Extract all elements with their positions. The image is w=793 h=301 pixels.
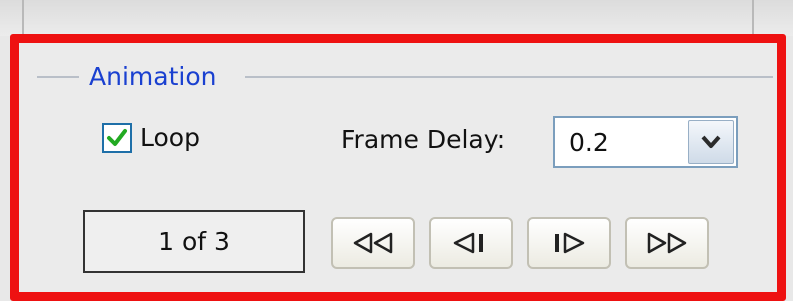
group-border-left bbox=[37, 76, 79, 78]
previous-frame-button[interactable] bbox=[429, 217, 513, 269]
previous-frame-icon bbox=[453, 232, 483, 254]
last-frame-icon bbox=[647, 232, 687, 254]
group-border-right bbox=[245, 76, 773, 78]
last-frame-button[interactable] bbox=[625, 217, 709, 269]
chevron-down-icon bbox=[701, 135, 721, 148]
frame-delay-select[interactable]: 0.2 bbox=[553, 116, 738, 168]
loop-label[interactable]: Loop bbox=[140, 123, 200, 153]
divider bbox=[22, 0, 24, 36]
frame-delay-value: 0.2 bbox=[569, 128, 609, 157]
next-frame-icon bbox=[555, 232, 585, 254]
animation-group-label: Animation bbox=[89, 62, 217, 91]
first-frame-button[interactable] bbox=[331, 217, 415, 269]
loop-checkbox[interactable] bbox=[102, 123, 132, 153]
animation-panel: Animation Loop Frame Delay: 0.2 1 of 3 bbox=[10, 34, 786, 301]
divider bbox=[752, 0, 754, 36]
frame-delay-label: Frame Delay: bbox=[341, 125, 506, 154]
frame-counter: 1 of 3 bbox=[83, 210, 305, 273]
window-top-strip bbox=[0, 0, 793, 36]
dropdown-button[interactable] bbox=[688, 120, 734, 164]
checkmark-icon bbox=[107, 129, 127, 146]
next-frame-button[interactable] bbox=[527, 217, 611, 269]
first-frame-icon bbox=[353, 232, 393, 254]
